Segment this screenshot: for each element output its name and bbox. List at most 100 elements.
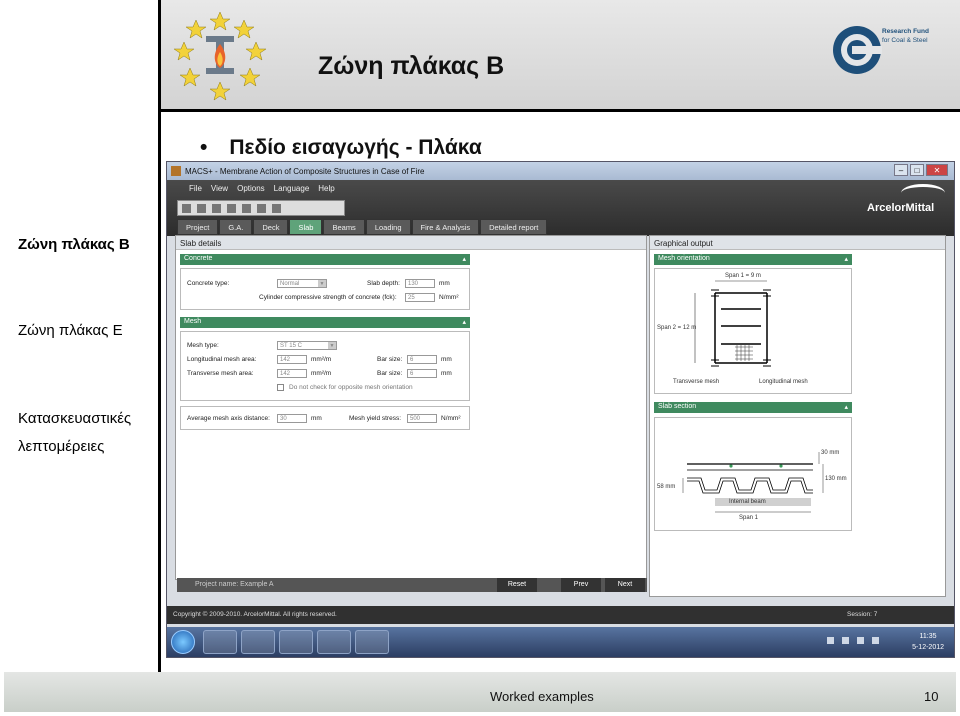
page-number: 10 — [924, 689, 939, 704]
bullet-heading: • Πεδίο εισαγωγής - Πλάκα — [200, 136, 482, 160]
clock-date: 5-12-2012 — [912, 644, 944, 651]
menu-language[interactable]: Language — [274, 184, 310, 193]
transverse-mesh-label: Transverse mesh — [673, 379, 720, 385]
side-link-construction[interactable]: Κατασκευαστικές — [18, 410, 131, 427]
side-link-zone-e[interactable]: Ζώνη πλάκας E — [18, 322, 123, 339]
minimize-icon[interactable]: – — [894, 164, 908, 176]
start-button-icon[interactable] — [171, 630, 195, 654]
slab-depth-label: Slab depth: — [367, 280, 400, 287]
avg-axis-input[interactable]: 30 — [277, 414, 307, 423]
macs-app-window: MACS+ - Membrane Action of Composite Str… — [166, 161, 955, 658]
mesh-section-header[interactable]: Mesh ▴ — [180, 317, 470, 328]
taskbar-clock[interactable]: 11:35 5-12-2012 — [912, 631, 944, 653]
long-mesh-unit: mm²/m — [311, 356, 332, 363]
concrete-section-label: Concrete — [184, 255, 213, 262]
media-player-icon[interactable] — [241, 630, 275, 654]
bar-size-label: Bar size: — [377, 356, 403, 363]
yield-stress-unit: N/mm² — [441, 415, 461, 422]
paint-icon[interactable] — [317, 630, 351, 654]
open-file-icon[interactable] — [197, 203, 206, 213]
trans-mesh-unit: mm²/m — [311, 370, 332, 377]
maximize-icon[interactable]: □ — [910, 164, 924, 176]
collapse-icon[interactable]: ▴ — [462, 255, 466, 263]
bar-size-label-2: Bar size: — [377, 370, 403, 377]
volume-icon[interactable] — [857, 637, 864, 644]
menu-help[interactable]: Help — [318, 184, 334, 193]
collapse-icon[interactable]: ▴ — [462, 318, 466, 326]
mesh-orientation-label: Mesh orientation — [658, 255, 710, 262]
document-icon[interactable] — [355, 630, 389, 654]
file-explorer-icon[interactable] — [203, 630, 237, 654]
brand-logo: ArcelorMittal — [867, 202, 935, 214]
bar-size-long-input[interactable]: 6 — [407, 355, 437, 364]
next-button[interactable]: Next — [605, 578, 645, 592]
project-name: Project name: Example A — [195, 581, 274, 588]
trans-mesh-input[interactable]: 142 — [277, 369, 307, 378]
slide-title: Ζώνη πλάκας B — [318, 52, 505, 80]
span1-label: Span 1 = 9 m — [725, 273, 761, 279]
graphical-output-title: Graphical output — [650, 236, 945, 250]
mesh-orientation-checkbox-label: Do not check for opposite mesh orientati… — [289, 384, 413, 391]
new-file-icon[interactable] — [182, 203, 191, 213]
help-icon[interactable] — [272, 203, 281, 213]
mesh-orientation-diagram: Span 1 = 9 m Span 2 = 12 m Transverse me… — [654, 268, 852, 394]
chevron-down-icon[interactable]: ▼ — [318, 280, 326, 287]
floor-grid-drawing — [694, 280, 771, 367]
mesh-orientation-checkbox[interactable] — [277, 384, 284, 391]
yield-stress-label: Mesh yield stress: — [349, 415, 402, 422]
dim-130-label: 130 mm — [825, 476, 847, 482]
window-controls: – □ ✕ — [892, 164, 948, 176]
tab-detailed-report[interactable]: Detailed report — [480, 219, 548, 235]
menu-options[interactable]: Options — [237, 184, 265, 193]
rfcs-line1: Research Fund — [882, 28, 929, 35]
bar-size-trans-input[interactable]: 6 — [407, 369, 437, 378]
concrete-section-header[interactable]: Concrete ▴ — [180, 254, 470, 265]
concrete-type-label: Concrete type: — [187, 280, 230, 287]
cyl-strength-input[interactable]: 25 — [405, 293, 435, 302]
close-icon[interactable]: ✕ — [926, 164, 948, 176]
tab-project[interactable]: Project — [177, 219, 219, 235]
tab-fire-analysis[interactable]: Fire & Analysis — [411, 219, 480, 235]
export-icon[interactable] — [242, 203, 251, 213]
slab-section-header[interactable]: Slab section ▴ — [654, 402, 852, 413]
slab-depth-input[interactable]: 130 — [405, 279, 435, 288]
tab-deck[interactable]: Deck — [253, 219, 289, 235]
flag-icon[interactable] — [842, 637, 849, 644]
dim-30-label: 30 mm — [821, 450, 840, 456]
mesh-orientation-header[interactable]: Mesh orientation ▴ — [654, 254, 852, 265]
internal-beam-label: Internal beam — [729, 499, 766, 505]
collapse-icon[interactable]: ▴ — [844, 403, 848, 411]
tab-beams[interactable]: Beams — [323, 219, 365, 235]
tab-slab[interactable]: Slab — [289, 219, 323, 235]
prev-button[interactable]: Prev — [561, 578, 601, 592]
slide-footer — [4, 672, 956, 712]
window-titlebar: MACS+ - Membrane Action of Composite Str… — [167, 162, 954, 180]
yield-stress-input[interactable]: 500 — [407, 414, 437, 423]
run-icon[interactable] — [257, 203, 266, 213]
tab-ga[interactable]: G.A. — [219, 219, 253, 235]
cyl-strength-label: Cylinder compressive strength of concret… — [259, 294, 397, 301]
chevron-down-icon[interactable]: ▼ — [328, 342, 336, 349]
mesh-type-label: Mesh type: — [187, 342, 219, 349]
concrete-type-select[interactable]: Normal ▼ — [277, 279, 327, 288]
save-icon[interactable] — [212, 203, 221, 213]
menu-view[interactable]: View — [211, 184, 228, 193]
menu-file[interactable]: File — [189, 184, 202, 193]
side-link-zone-b[interactable]: Ζώνη πλάκας B — [18, 236, 130, 253]
macs-taskbar-icon[interactable] — [279, 630, 313, 654]
reset-button[interactable]: Reset — [497, 578, 537, 592]
battery-icon[interactable] — [872, 637, 879, 644]
collapse-icon[interactable]: ▴ — [844, 255, 848, 263]
dim-58-label: 58 mm — [657, 484, 676, 490]
slab-depth-unit: mm — [439, 280, 450, 287]
long-mesh-input[interactable]: 142 — [277, 355, 307, 364]
bar-size-unit: mm — [441, 356, 452, 363]
network-icon[interactable] — [827, 637, 834, 644]
mesh-box: Mesh type: ST 15 C ▼ Longitudinal mesh ar… — [180, 331, 470, 401]
tab-loading[interactable]: Loading — [365, 219, 411, 235]
mesh-type-select[interactable]: ST 15 C ▼ — [277, 341, 337, 350]
print-icon[interactable] — [227, 203, 236, 213]
side-link-details[interactable]: λεπτομέρειες — [18, 438, 104, 455]
windows-taskbar: 11:35 5-12-2012 — [167, 627, 954, 657]
macs-app-icon — [171, 166, 181, 176]
